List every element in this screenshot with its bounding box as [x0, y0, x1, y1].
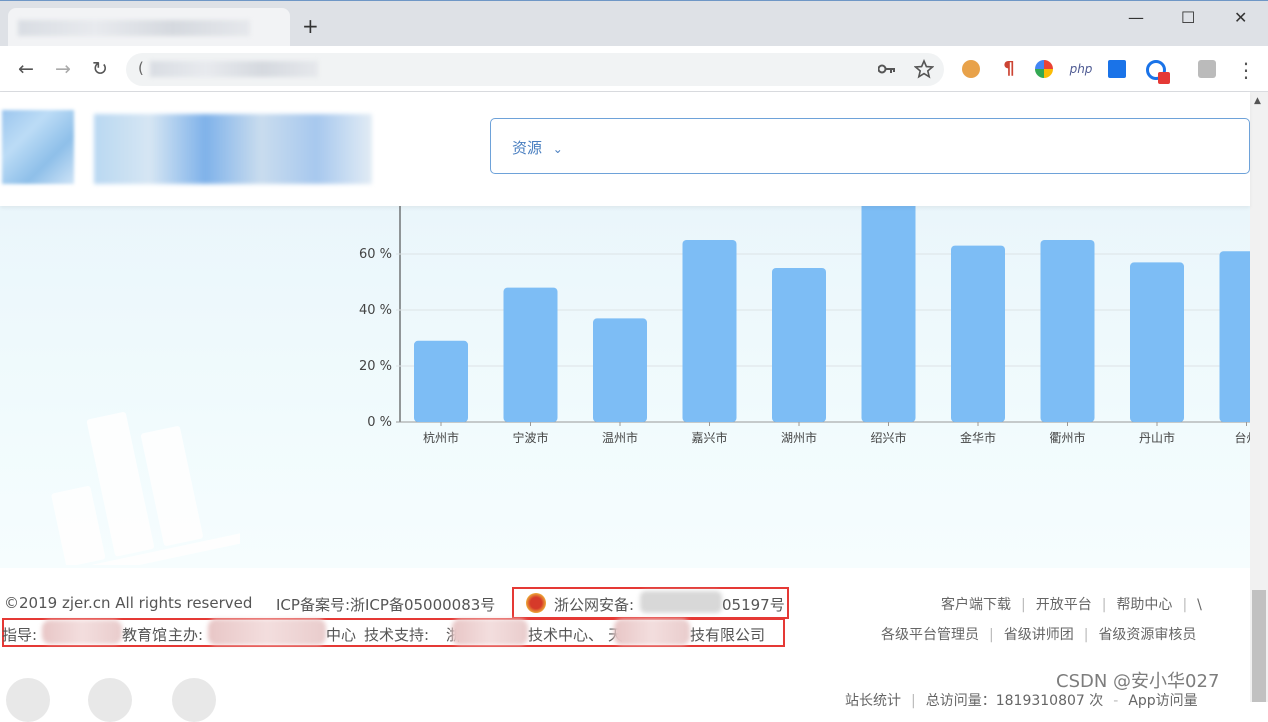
chart-bar[interactable] [503, 287, 558, 422]
reload-button[interactable]: ↻ [92, 58, 108, 80]
footer-user-icon[interactable] [88, 678, 132, 722]
footer-app-icon[interactable] [172, 678, 216, 722]
chart-x-axis: 杭州市 宁波市 温州市 嘉兴市 湖州市 绍兴市 金华市 衢州市 丹山市 台州 [423, 422, 1250, 445]
php-extension-icon[interactable]: php [1068, 60, 1094, 78]
footer-copyright: ©2019 zjer.cn All rights reserved [4, 594, 253, 612]
footer-host-prefix: 主办: [168, 626, 204, 644]
chart-bar[interactable] [1219, 251, 1251, 422]
footer-tech-org2: 技有限公司 [690, 626, 766, 644]
footer-police-number-blurred [640, 591, 722, 613]
footer-link-client-download[interactable]: 客户端下载 [941, 597, 1011, 613]
footer-tech-org1-blurred [452, 619, 528, 645]
search-category-select[interactable]: 资源 ⌄ [512, 137, 563, 158]
footer-link-help-center[interactable]: 帮助中心 [1116, 597, 1172, 613]
chart-bar[interactable] [861, 206, 916, 422]
chart-x-tick-label: 绍兴市 [870, 430, 906, 445]
footer-link-lecturers[interactable]: 省级讲师团 [1004, 627, 1074, 643]
footer-link-reviewers[interactable]: 省级资源审核员 [1098, 627, 1196, 643]
color-ring-extension-icon[interactable] [1035, 60, 1053, 78]
chart-x-tick-label: 杭州市 [423, 430, 459, 445]
footer-police-prefix: 浙公网安备: [554, 596, 635, 614]
new-tab-button[interactable]: + [302, 14, 319, 38]
address-prefix: ( [138, 59, 144, 77]
address-url-blurred [150, 61, 318, 77]
chart-y-tick-label: 40 % [359, 303, 392, 318]
footer-icp[interactable]: ICP备案号:浙ICP备05000083号 [276, 594, 495, 615]
minimize-button[interactable]: — [1128, 8, 1144, 27]
chart-bar[interactable] [772, 268, 826, 422]
footer-tech-org2-blurred [614, 619, 690, 645]
footer-tech-prefix: 技术支持: [364, 626, 430, 644]
chart-y-axis: 0 % 20 % 40 % 60 % [359, 247, 392, 430]
extension-badge [1158, 72, 1170, 84]
chart-y-tick-label: 20 % [359, 359, 392, 374]
chart-x-tick-label: 衢州市 [1049, 430, 1085, 445]
back-button[interactable]: ← [18, 58, 34, 80]
tab-title-blurred [18, 20, 250, 36]
pilcrow-extension-icon[interactable]: ¶ [1000, 60, 1018, 78]
chart-x-tick-label: 丹山市 [1139, 430, 1175, 445]
search-input[interactable] [490, 118, 1250, 174]
close-window-button[interactable]: ✕ [1234, 8, 1247, 27]
footer-tech-org1: 技术中心、 [528, 626, 604, 644]
footer-stats-link[interactable]: 站长统计 [845, 693, 901, 709]
address-bar[interactable]: ( [126, 53, 944, 86]
footer-host-org: 中心 [326, 626, 357, 644]
footer-links-row1: 客户端下载 | 开放平台 | 帮助中心 | \ [941, 597, 1202, 613]
footer-police-suffix[interactable]: 05197号 [722, 594, 785, 615]
site-logo[interactable] [2, 110, 74, 184]
footer-total-visits: 总访问量：1819310807 次 [925, 693, 1104, 709]
footer-link-platform-admins[interactable]: 各级平台管理员 [881, 627, 979, 643]
footer-guide-org: 教育馆 [122, 626, 168, 644]
chart-y-tick-label: 0 % [367, 415, 392, 430]
chart-x-tick-label: 金华市 [960, 430, 996, 445]
footer-app-visits: App访问量 [1128, 693, 1198, 709]
chart-bar[interactable] [1130, 262, 1184, 422]
forward-button[interactable]: → [55, 58, 71, 80]
doc-extension-icon[interactable] [1108, 60, 1126, 78]
footer-guide-org-blurred [42, 620, 122, 644]
chart-bar[interactable] [414, 340, 468, 422]
chart-bar[interactable] [682, 240, 737, 422]
footer-link-open-platform[interactable]: 开放平台 [1036, 597, 1092, 613]
footer-stats: 站长统计 | 总访问量：1819310807 次 - App访问量 [845, 693, 1198, 709]
chart-x-tick-label: 温州市 [602, 430, 638, 445]
footer-weibo-icon[interactable] [6, 678, 50, 722]
scroll-up-arrow-icon[interactable]: ▲ [1254, 96, 1261, 106]
chevron-down-icon: ⌄ [552, 142, 563, 156]
footer-links-row2: 各级平台管理员 | 省级讲师团 | 省级资源审核员 [881, 627, 1197, 643]
footer-host-org-blurred [208, 619, 326, 645]
star-icon[interactable] [914, 59, 934, 79]
footer-link-cut[interactable]: \ [1197, 597, 1202, 613]
chart-x-tick-label: 湖州市 [781, 430, 817, 445]
search-category-label: 资源 [512, 139, 543, 157]
chart-bar[interactable] [1040, 240, 1095, 422]
chart-y-tick-label: 60 % [359, 247, 392, 262]
chart-bar[interactable] [951, 245, 1005, 422]
cookie-extension-icon[interactable] [962, 60, 980, 78]
menu-icon[interactable]: ⋮ [1236, 58, 1256, 82]
chart-bars [414, 206, 1250, 422]
footer-guide-prefix: 指导: [2, 626, 38, 644]
chart-x-tick-label: 嘉兴市 [691, 430, 727, 445]
key-icon[interactable] [878, 63, 896, 75]
city-bar-chart: 0 % 20 % 40 % 60 % 杭州市 宁波市 温州市 嘉兴市 湖州市 绍兴市 金华市 衢州市… [359, 206, 1250, 445]
bar-chart-decoration-icon [51, 412, 240, 565]
browser-tab-active[interactable] [8, 8, 290, 46]
chart-x-tick-label: 宁波市 [512, 430, 548, 445]
chart-bar[interactable] [593, 318, 647, 422]
maximize-button[interactable]: ☐ [1181, 8, 1195, 27]
profile-icon[interactable] [1198, 60, 1216, 78]
site-name-blurred [94, 114, 372, 184]
csdn-watermark: CSDN @安小华027 [1056, 671, 1220, 692]
chart-x-tick-label: 台州 [1234, 430, 1250, 445]
scrollbar-thumb[interactable] [1252, 590, 1266, 702]
police-emblem-icon [526, 593, 546, 613]
